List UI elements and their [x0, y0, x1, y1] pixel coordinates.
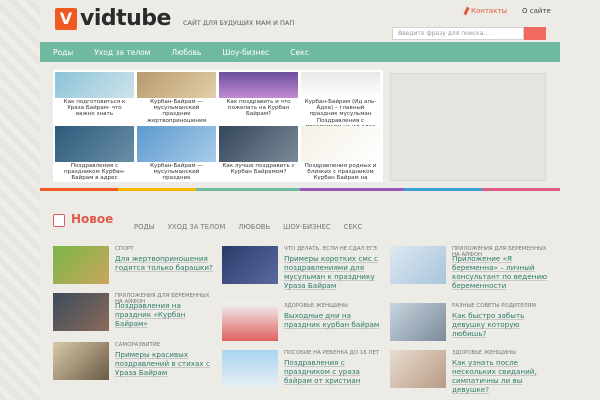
header: V vidtube САЙТ ДЛЯ БУДУЩИХ МАМ И ПАП Кон…: [40, 0, 560, 42]
featured-image: [219, 72, 298, 98]
search-button[interactable]: [524, 27, 546, 40]
featured-caption: Поздравления с праздником Курбан-Байрам …: [55, 162, 134, 180]
category-rody[interactable]: РОДЫ: [134, 223, 155, 231]
featured-image: [55, 126, 134, 162]
tagline: САЙТ ДЛЯ БУДУЩИХ МАМ И ПАП: [183, 19, 295, 27]
category-sex[interactable]: СЕКС: [344, 223, 363, 231]
featured-tile[interactable]: Как поздравить и что пожелать на Курбан …: [219, 72, 298, 126]
featured-image: [301, 126, 380, 162]
featured-tile[interactable]: Поздравления родных и близких с праздник…: [301, 126, 380, 180]
item-category[interactable]: ЧТО ДЕЛАТЬ, ЕСЛИ НЕ СДАЛ ЕГЭ: [284, 246, 382, 252]
nav-item-sex[interactable]: Секс: [290, 48, 309, 57]
item-thumbnail: [222, 303, 278, 341]
section-title: Новое: [71, 212, 114, 226]
list-item[interactable]: ПОСОБИЕ НА РЕБЕНКА ДО 16 ЛЕТ Поздравлени…: [222, 350, 382, 388]
list-item[interactable]: ПРИЛОЖЕНИЯ ДЛЯ БЕРЕМЕННЫХ НА АЙФОН Прило…: [390, 246, 550, 290]
featured-caption: Поздравления родных и близких с праздник…: [301, 162, 380, 180]
item-category[interactable]: ПОСОБИЕ НА РЕБЕНКА ДО 16 ЛЕТ: [284, 350, 382, 356]
featured-tile[interactable]: Курбан-Байрам — мусульманский праздник ж…: [137, 72, 216, 126]
item-category[interactable]: САМОРАЗВИТИЕ: [115, 342, 213, 348]
item-title[interactable]: Примеры красивых поздравлений в стихах с…: [115, 350, 213, 377]
pencil-icon: [463, 6, 470, 16]
item-title[interactable]: Как узнать после нескольких свиданий, си…: [452, 358, 550, 394]
item-thumbnail: [390, 246, 446, 284]
category-filter: РОДЫ УХОД ЗА ТЕЛОМ ЛЮБОВЬ ШОУ-БИЗНЕС СЕК…: [134, 223, 375, 231]
about-link[interactable]: О сайте: [522, 7, 551, 15]
logo-text: vidtube: [80, 6, 171, 31]
new-section-header: Новое РОДЫ УХОД ЗА ТЕЛОМ ЛЮБОВЬ ШОУ-БИЗН…: [40, 210, 560, 231]
list-item[interactable]: ЧТО ДЕЛАТЬ, ЕСЛИ НЕ СДАЛ ЕГЭ Примеры кор…: [222, 246, 382, 290]
item-thumbnail: [53, 246, 109, 284]
search-input[interactable]: Введите фразу для поиска...: [392, 27, 524, 40]
item-title[interactable]: Для жертвоприношения годятся только бара…: [115, 254, 213, 272]
featured-caption: Как поздравить и что пожелать на Курбан …: [219, 98, 298, 126]
featured-tile[interactable]: Как подготовиться к Ураза Байрам- что ва…: [55, 72, 134, 126]
featured-grid: Как подготовиться к Ураза Байрам- что ва…: [53, 70, 383, 182]
featured-image: [301, 72, 380, 98]
item-title[interactable]: Примеры коротких смс с поздравлениями дл…: [284, 254, 382, 290]
logo[interactable]: V vidtube: [55, 8, 171, 30]
main-nav: Роды Уход за телом Любовь Шоу-бизнес Сек…: [40, 42, 560, 62]
notepad-icon: [53, 214, 65, 227]
featured-tile[interactable]: Курбан-Байрам (Ид аль-Адха) – главный пр…: [301, 72, 380, 126]
list-item[interactable]: ЗДОРОВЬЕ ЖЕНЩИНЫ Как узнать после нескол…: [390, 350, 550, 394]
featured-caption: Курбан-Байрам — мусульманский праздник ж…: [137, 98, 216, 126]
ad-placeholder: [390, 73, 546, 181]
featured-image: [137, 72, 216, 98]
list-item[interactable]: САМОРАЗВИТИЕ Примеры красивых поздравлен…: [53, 342, 213, 380]
color-stripe: [40, 188, 560, 191]
featured-image: [219, 126, 298, 162]
item-title[interactable]: Приложение «Я беременна» – личный консул…: [452, 254, 550, 290]
nav-item-rody[interactable]: Роды: [53, 48, 73, 57]
featured-caption: Как подготовиться к Ураза Байрам- что ва…: [55, 98, 134, 126]
nav-item-body-care[interactable]: Уход за телом: [94, 48, 150, 57]
featured-caption: Курбан-Байрам — мусульманский праздник ж…: [137, 162, 216, 180]
item-title[interactable]: Поздравления с праздником с ураза байрам…: [284, 358, 382, 385]
item-thumbnail: [222, 350, 278, 388]
featured-caption: Курбан-Байрам (Ид аль-Адха) – главный пр…: [301, 98, 380, 126]
category-body-care[interactable]: УХОД ЗА ТЕЛОМ: [168, 223, 226, 231]
list-item[interactable]: СПОРТ Для жертвоприношения годятся тольк…: [53, 246, 213, 284]
item-thumbnail: [53, 342, 109, 380]
featured-tile[interactable]: Как лучше поздравить с Курбан Байрамом?: [219, 126, 298, 180]
item-category[interactable]: РАЗНЫЕ СОВЕТЫ РОДИТЕЛЯМ: [452, 303, 550, 309]
item-category[interactable]: СПОРТ: [115, 246, 213, 252]
item-thumbnail: [390, 350, 446, 388]
list-item[interactable]: ПРИЛОЖЕНИЯ ДЛЯ БЕРЕМЕННЫХ НА АЙФОН Поздр…: [53, 293, 213, 331]
item-thumbnail: [222, 246, 278, 284]
item-title[interactable]: Поздравления на праздник «Курбан Байрам»: [115, 301, 213, 328]
featured-tile[interactable]: Поздравления с праздником Курбан-Байрам …: [55, 126, 134, 180]
logo-icon: V: [55, 8, 77, 30]
contacts-link[interactable]: Контакты: [463, 6, 508, 16]
item-thumbnail: [53, 293, 109, 331]
item-thumbnail: [390, 303, 446, 341]
featured-tile[interactable]: Курбан-Байрам — мусульманский праздник ж…: [137, 126, 216, 180]
featured-image: [137, 126, 216, 162]
category-showbiz[interactable]: ШОУ-БИЗНЕС: [283, 223, 330, 231]
item-category[interactable]: ЗДОРОВЬЕ ЖЕНЩИНЫ: [452, 350, 550, 356]
list-item[interactable]: РАЗНЫЕ СОВЕТЫ РОДИТЕЛЯМ Как быстро забыт…: [390, 303, 550, 341]
item-title[interactable]: Как быстро забыть девушку которую любишь…: [452, 311, 550, 338]
background-pattern: [0, 0, 40, 400]
featured-image: [55, 72, 134, 98]
item-title[interactable]: Выходные дни на праздник курбан байрам: [284, 311, 382, 329]
featured-caption: Как лучше поздравить с Курбан Байрамом?: [219, 162, 298, 180]
nav-item-showbiz[interactable]: Шоу-бизнес: [222, 48, 269, 57]
item-category[interactable]: ЗДОРОВЬЕ ЖЕНЩИНЫ: [284, 303, 382, 309]
category-love[interactable]: ЛЮБОВЬ: [238, 223, 270, 231]
page: V vidtube САЙТ ДЛЯ БУДУЩИХ МАМ И ПАП Кон…: [40, 0, 560, 400]
list-item[interactable]: ЗДОРОВЬЕ ЖЕНЩИНЫ Выходные дни на праздни…: [222, 303, 382, 341]
nav-item-love[interactable]: Любовь: [171, 48, 201, 57]
contacts-label: Контакты: [471, 7, 508, 15]
